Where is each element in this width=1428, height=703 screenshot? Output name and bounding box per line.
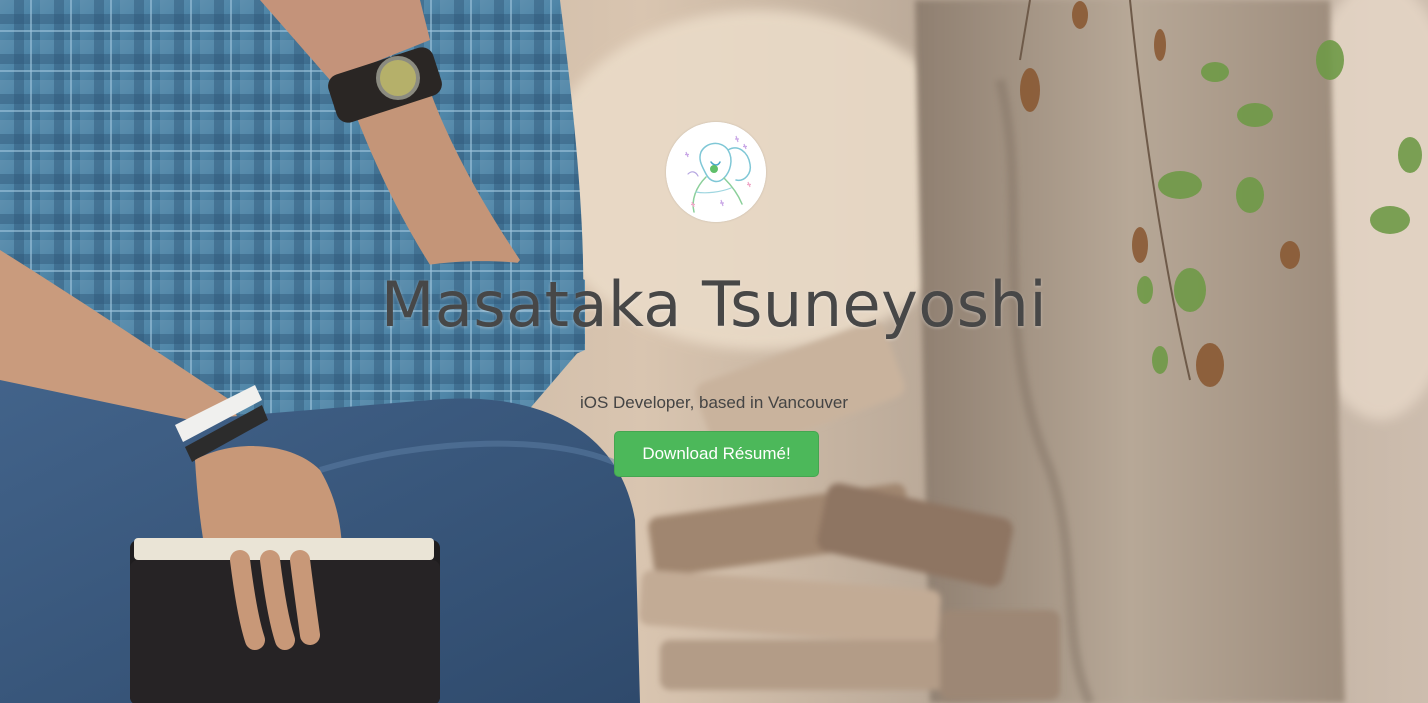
download-resume-button[interactable]: Download Résumé!	[614, 431, 819, 477]
hero-section: Masataka Tsuneyoshi iOS Developer, based…	[0, 0, 1428, 703]
avatar	[666, 122, 766, 222]
page-title: Masataka Tsuneyoshi	[380, 268, 1048, 341]
tagline: iOS Developer, based in Vancouver	[579, 393, 849, 412]
sketch-portrait-icon	[666, 122, 766, 222]
background-photo	[0, 0, 1428, 703]
